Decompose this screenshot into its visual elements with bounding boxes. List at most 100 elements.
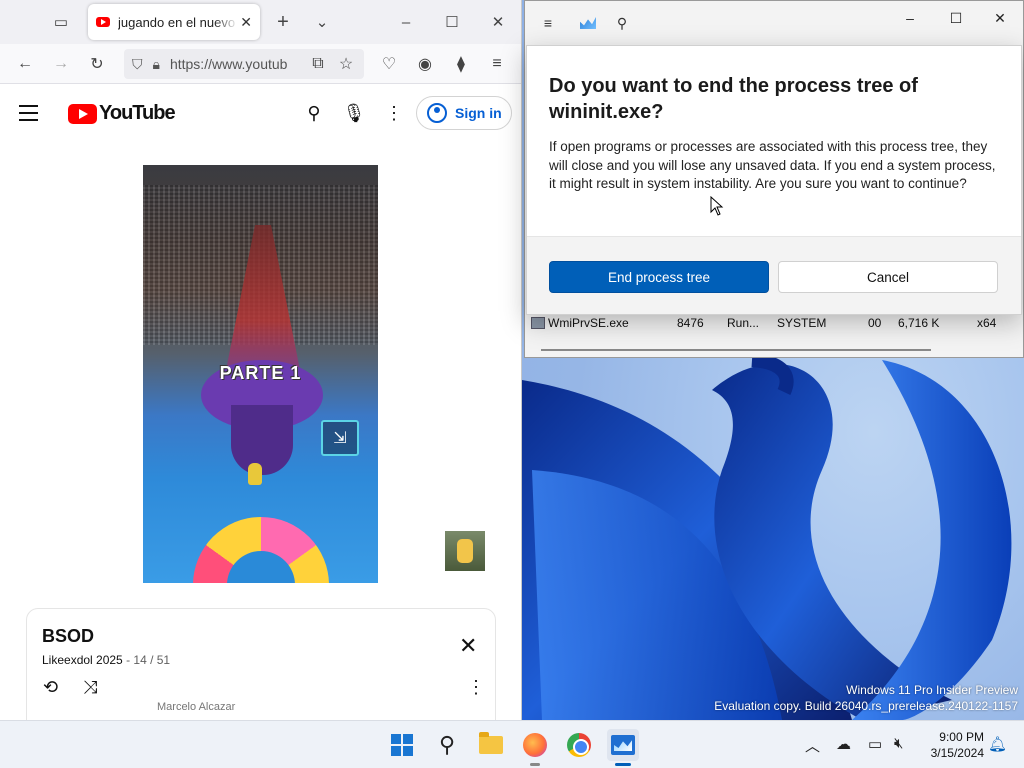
playlist-subtitle: Likeexdol 2025 - 14 / 51 [42,653,170,667]
close-window-icon[interactable]: ✕ [977,7,1023,29]
task-manager-logo-icon [579,15,597,31]
end-process-tree-button[interactable]: End process tree [549,261,769,293]
watermark-build: Evaluation copy. Build 26040.rs_prerelea… [714,699,1018,713]
video-pillar [231,405,293,475]
tab-youtube[interactable]: jugando en el nuevo n ✕ [88,4,260,40]
process-arch: x64 [977,316,997,330]
shuffle-icon[interactable]: ⤨ [83,677,97,698]
notification-bell-icon[interactable]: 🔔︎ [988,735,1007,753]
end-process-tree-dialog: Do you want to end the process tree of w… [526,45,1022,315]
dialog-footer: End process tree Cancel [527,236,1021,314]
miniplayer-icon[interactable]: ⇲ [321,420,359,456]
taskbar-search-icon[interactable]: ⚲ [431,729,463,761]
chrome-taskbar-button[interactable] [563,729,595,761]
process-name: WmiPrvSE.exe [548,316,629,330]
account-icon[interactable]: ◉ [413,52,437,76]
dialog-title: Do you want to end the process tree of w… [549,75,918,123]
onedrive-offline-icon[interactable]: ☁︎ [836,735,851,753]
tab-title: jugando en el nuevo n [118,14,238,30]
process-icon [531,317,545,329]
playlist-more-icon[interactable]: ⋮ [467,677,485,698]
forward-arrow-icon[interactable]: → [49,52,73,76]
picture-in-picture-icon[interactable]: ⧉ [306,52,330,76]
back-arrow-icon[interactable]: ← [13,52,37,76]
close-window-icon[interactable]: ✕ [486,10,510,34]
dialog-message: If open programs or processes are associ… [549,139,996,191]
taskbar: ⚲ ︿ ☁︎ ▭ 🔇︎ 9:00 PM 3/15/2024 🔔︎ [0,720,1024,768]
bookmark-star-icon[interactable]: ☆ [334,52,358,76]
video-ring [193,517,329,583]
youtube-logo[interactable]: YouTube [68,102,176,125]
watermark-edition: Windows 11 Pro Insider Preview [846,683,1018,697]
user-circle-icon [427,103,447,123]
mouse-pointer-icon [710,195,724,216]
process-row[interactable]: WmiPrvSE.exe 8476 Run... SYSTEM 00 6,716… [525,313,1023,333]
firefox-window: ▭ jugando en el nuevo n ✕ + ⌄ – ☐ ✕ ← → … [0,0,522,720]
url-text[interactable]: https://www.youtub [170,56,288,72]
minimize-icon[interactable]: – [887,7,933,29]
video-player[interactable]: PARTE 1 ⇲ [143,165,378,583]
file-explorer-button[interactable] [475,729,507,761]
task-manager-titlebar: ≡ ⚲ – ☐ ✕ [525,1,1023,45]
extensions-icon[interactable]: ⧫ [449,52,473,76]
display-icon[interactable]: ▭ [868,735,882,753]
tab-list-icon[interactable]: ▭ [49,10,73,34]
task-manager-taskbar-button[interactable] [607,729,639,761]
new-tab-icon[interactable]: + [271,10,295,34]
navigation-bar: ← → ↻ ⛉ 🔒︎ https://www.youtub ⧉ ☆ ♡ ◉ ⧫ … [0,44,521,84]
horizontal-scrollbar[interactable] [541,349,931,351]
windows-logo-icon [391,734,413,756]
reload-icon[interactable]: ↻ [85,52,109,76]
process-memory: 6,716 K [898,316,940,330]
playlist-panel: BSOD Likeexdol 2025 - 14 / 51 ✕ ⟲ ⤨ ⋮ Ma… [26,608,496,720]
lock-icon[interactable]: 🔒︎ [153,56,160,73]
playlist-separator: - [122,653,134,667]
clock-time: 9:00 PM [939,730,984,744]
start-button[interactable] [386,729,418,761]
search-icon[interactable]: ⚲ [301,100,327,126]
video-character [248,463,262,485]
process-pid: 8476 [677,316,704,330]
next-item-fragment: Marcelo Alcazar [157,701,236,713]
firefox-running-indicator [530,763,540,766]
menu-icon[interactable]: ≡ [485,52,509,76]
hamburger-menu-icon[interactable]: ≡ [539,15,557,31]
video-overlay-text: PARTE 1 [219,363,302,383]
youtube-header: YouTube ⚲ 🎙︎ ⋮ Sign in [0,84,521,142]
playlist-channel[interactable]: Likeexdol 2025 [42,653,123,667]
cancel-button[interactable]: Cancel [778,261,998,293]
playlist-position: 14 / 51 [133,653,171,667]
maximize-icon[interactable]: ☐ [440,10,464,34]
show-hidden-icons-chevron-icon[interactable]: ︿ [805,735,820,756]
pocket-icon[interactable]: ♡ [377,52,401,76]
playlist-title[interactable]: BSOD [42,626,94,647]
close-playlist-icon[interactable]: ✕ [459,633,477,659]
windows-watermark: Windows 11 Pro Insider Preview Evaluatio… [714,682,1018,714]
youtube-play-icon [68,103,97,124]
firefox-taskbar-button[interactable] [519,729,551,761]
youtube-favicon-icon [96,17,110,27]
chevron-down-icon[interactable]: ⌄ [310,10,334,34]
search-icon[interactable]: ⚲ [613,15,631,31]
microphone-icon[interactable]: 🎙︎ [341,100,367,126]
task-manager-icon [611,735,635,755]
more-vertical-icon[interactable]: ⋮ [381,100,407,126]
system-clock[interactable]: 9:00 PM 3/15/2024 [918,729,984,761]
shield-icon[interactable]: ⛉ [132,56,143,73]
firefox-icon [523,733,547,757]
maximize-icon[interactable]: ☐ [933,7,979,29]
folder-icon [479,732,503,754]
close-tab-icon[interactable]: ✕ [240,14,252,31]
process-status: Run... [727,316,760,330]
volume-muted-icon[interactable]: 🔇︎ [894,735,903,752]
tab-bar: ▭ jugando en el nuevo n ✕ + ⌄ – ☐ ✕ [0,0,521,44]
chrome-icon [567,733,591,757]
sign-in-button[interactable]: Sign in [416,96,512,130]
loop-icon[interactable]: ⟲ [43,677,58,698]
task-manager-running-indicator [615,763,631,766]
video-thumbnail[interactable] [445,531,485,571]
process-cpu: 00 [868,316,882,330]
process-user: SYSTEM [777,316,827,330]
hamburger-menu-icon[interactable] [19,105,38,126]
minimize-icon[interactable]: – [394,10,418,34]
